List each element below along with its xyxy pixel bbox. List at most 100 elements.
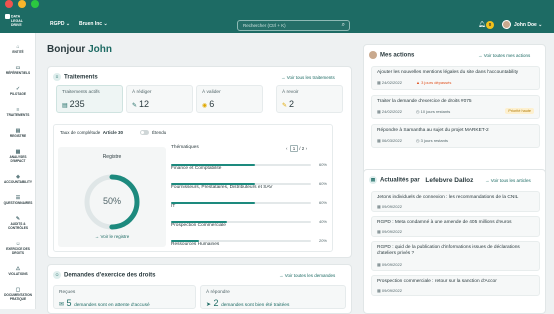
stat-a-revoir[interactable]: À revoir ✎ 2 [276, 85, 343, 113]
stat-a-rediger[interactable]: À rédiger ✎ 12 [126, 85, 193, 113]
register-percent: 50% [102, 196, 121, 206]
action-item[interactable]: Traiter la demande d'exercice de droits … [371, 95, 540, 119]
demande-recues[interactable]: Reçues ✉ 5 demandes sont en attente d'acc… [53, 285, 196, 309]
sidebar-item-pilotage[interactable]: ✓ PILOTAGE [0, 86, 36, 97]
arrow-right-icon: → [279, 273, 284, 278]
news-item[interactable]: RGPD : quid de la publication d'informat… [371, 241, 540, 271]
sidebar-item-referentiels[interactable]: ▭ RÉFÉRENTIELS [0, 66, 36, 76]
org-select-label: RGPD [50, 21, 65, 27]
sidebar-item-entite[interactable]: ⌂ ENTITÉ [0, 44, 36, 55]
theme-progress-fill [171, 164, 255, 166]
greeting-name: John [88, 44, 112, 55]
chevron-down-icon: ⌄ [65, 21, 71, 27]
stat-value: 2 [289, 99, 295, 109]
sidebar-item-violations[interactable]: ⚠ VIOLATIONS [0, 267, 36, 277]
theme-progress-fill [171, 240, 199, 242]
home-icon: ⌂ [16, 44, 20, 50]
news-item-date-text: 09/09/2022 [381, 288, 402, 293]
view-all-articles-link[interactable]: → Voir tous les articles [485, 178, 531, 183]
sidebar-item-label: TRAITEMENTS [6, 113, 30, 117]
view-all-actions-link[interactable]: → Voir toutes mes actions [478, 53, 530, 58]
notification-badge[interactable]: 0 [486, 21, 494, 29]
entity-select-label: Bruen Inc [79, 21, 103, 27]
link-label: Voir toutes les demandes [284, 273, 336, 278]
send-icon: ➤ [206, 302, 212, 308]
news-item-title: RGPD : Meta condamné à une amende de 405… [377, 220, 512, 225]
chevron-right-icon[interactable]: › [306, 146, 308, 151]
app-logo[interactable]: DATA LEGAL DRIVE [5, 14, 31, 27]
minimize-window-dot[interactable] [18, 0, 26, 8]
news-item-date: ▦ 09/09/2022 [377, 229, 402, 234]
theme-name: IT [171, 204, 176, 209]
action-date: ▦ 24/02/2022 [377, 109, 402, 114]
form-icon: ☰ [15, 195, 21, 201]
theme-progress-bar [171, 221, 311, 223]
sidebar-item-label: ENTITÉ [12, 50, 24, 54]
sidebar-item-documentation[interactable]: ▢ DOCUMENTATION PRATIQUE [0, 288, 36, 302]
view-register-link[interactable]: → Voir le registre [58, 234, 166, 239]
stat-label: À rédiger [132, 90, 152, 95]
audit-icon: ✎ [15, 216, 21, 222]
sidebar-item-analyses[interactable]: ▦ ANALYSES D'IMPACT [0, 150, 36, 164]
user-menu[interactable]: John Doe ⌄ [514, 22, 542, 28]
sidebar-item-registre[interactable]: ▤ REGISTRE [0, 129, 36, 139]
news-header: ▤ Actualités par Lefebvre Dalloz [369, 176, 473, 184]
news-item[interactable]: Jetons individuels de connexion : les re… [371, 191, 540, 212]
calendar-icon: ▦ [377, 204, 381, 209]
news-item-date-text: 09/09/2022 [381, 262, 402, 267]
action-item[interactable]: Ajouter les nouvelles mentions légales d… [371, 66, 540, 90]
search-icon: ⌕ [341, 22, 345, 28]
completion-panel: Taux de complétude Article 30 Étendu ‹ 1… [53, 124, 333, 252]
sidebar-item-label: RÉFÉRENTIELS [5, 71, 31, 75]
theme-row: IT 60% [171, 194, 327, 212]
sidebar-item-traitements[interactable]: ≡ TRAITEMENTS [0, 108, 36, 118]
stat-a-valider[interactable]: À valider ◉ 6 [196, 85, 263, 113]
search-input[interactable]: Rechercher (Ctrl + K) ⌕ [237, 20, 350, 31]
action-item[interactable]: Répondre à Samantha au sujet du projet M… [371, 124, 540, 148]
org-select[interactable]: RGPD ⌄ [50, 21, 70, 27]
mail-icon: ✉ [59, 302, 65, 308]
actions-header: Mes actions [369, 51, 414, 59]
close-window-dot[interactable] [5, 0, 13, 8]
chevron-left-icon[interactable]: ‹ [286, 146, 288, 151]
sidebar-item-exercice-droits[interactable]: ☺ EXERCICE DES DROITS [0, 242, 36, 256]
sidebar-item-questionnaires[interactable]: ☰ QUESTIONNAIRES [0, 195, 36, 206]
priority-badge: Priorité haute [505, 108, 534, 114]
demande-a-repondre[interactable]: À répondre ➤ 2 demandes sont bien été tra… [200, 285, 346, 309]
calendar-icon: ▦ [377, 288, 381, 293]
extended-toggle[interactable] [140, 130, 149, 135]
news-card: ▤ Actualités par Lefebvre Dalloz → Voir t… [363, 169, 546, 314]
theme-percent: 40% [318, 219, 327, 224]
news-item[interactable]: RGPD : Meta condamné à une amende de 405… [371, 216, 540, 237]
search-placeholder: Rechercher (Ctrl + K) [243, 23, 286, 28]
action-remaining-text: 3 jours restants [420, 138, 448, 143]
page-total: 2 [301, 146, 305, 151]
view-all-traitements-link[interactable]: → Voir tous les traitements [281, 75, 335, 80]
theme-progress-bar [171, 183, 311, 185]
page-title: Bonjour John [47, 44, 112, 55]
sidebar-item-label: AUDITS & CONTRÔLES [7, 222, 28, 230]
maximize-window-dot[interactable] [31, 0, 39, 8]
traitements-title: Traitements [64, 74, 98, 81]
news-item-date: ▦ 09/09/2022 [377, 288, 402, 293]
action-remaining-text: 10 jours restants [420, 109, 451, 114]
stat-traitements-actifs[interactable]: Traitements actifs ▤ 235 [56, 85, 123, 113]
entity-select[interactable]: Bruen Inc ⌄ [79, 21, 108, 27]
check-icon: ✓ [15, 86, 21, 92]
sidebar-item-audits[interactable]: ✎ AUDITS & CONTRÔLES [0, 216, 36, 231]
sidebar-item-label: REGISTRE [9, 134, 27, 138]
demande-value: 5 [66, 298, 72, 308]
news-item-date: ▦ 09/09/2022 [377, 204, 402, 209]
arrow-right-icon: → [281, 75, 286, 80]
page-input[interactable]: 1 [289, 145, 299, 152]
news-item[interactable]: Prospection commerciale : retour sur la … [371, 275, 540, 296]
action-title: Répondre à Samantha au sujet du projet M… [377, 128, 489, 133]
theme-row: Prospection Commerciale 40% [171, 213, 327, 231]
link-label: Voir tous les traitements [286, 75, 335, 80]
news-title: Actualités par [380, 177, 420, 184]
bell-icon[interactable]: 🔔︎ [478, 21, 486, 28]
sidebar-item-accountability[interactable]: ◈ ACCOUNTABILITY [0, 175, 36, 185]
avatar[interactable] [502, 20, 511, 29]
view-all-demandes-link[interactable]: → Voir toutes les demandes [279, 273, 335, 278]
theme-percent: 20% [318, 238, 327, 243]
